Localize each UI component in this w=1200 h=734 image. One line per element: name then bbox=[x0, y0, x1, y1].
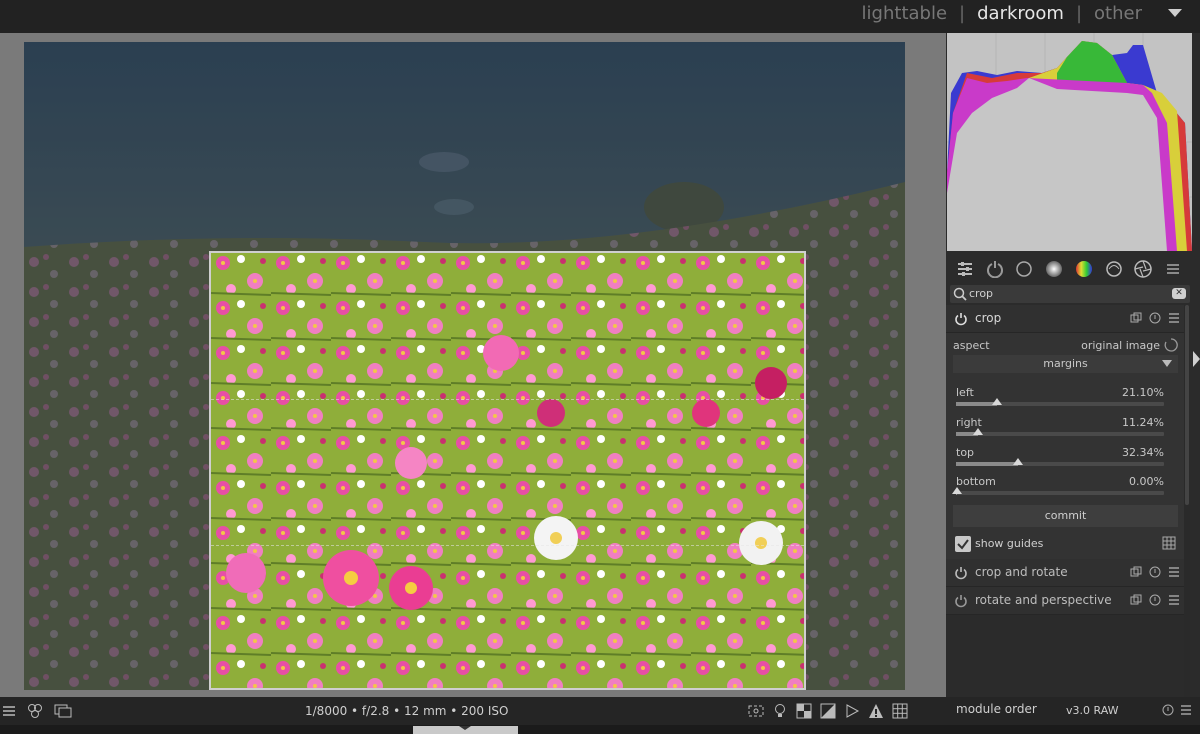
guides-grid-icon[interactable] bbox=[892, 703, 908, 719]
slider-value: 0.00% bbox=[1129, 475, 1164, 488]
view-other[interactable]: other bbox=[1094, 3, 1142, 24]
module-order-value[interactable]: v3.0 RAW bbox=[1066, 704, 1119, 717]
show-guides-row: show guides bbox=[953, 535, 1178, 553]
rotate-and-perspective-module-header[interactable]: rotate and perspective bbox=[946, 587, 1186, 615]
margins-section[interactable]: margins bbox=[953, 355, 1178, 373]
effect-group-icon[interactable] bbox=[1104, 259, 1124, 279]
reset-icon[interactable] bbox=[1149, 566, 1161, 578]
slider-value: 11.24% bbox=[1122, 416, 1164, 429]
slider-handle[interactable] bbox=[991, 398, 1002, 405]
clipping-icon[interactable] bbox=[820, 703, 836, 719]
module-order-label: module order bbox=[956, 702, 1037, 716]
crop-preview-image bbox=[211, 253, 804, 688]
slider-handle[interactable] bbox=[952, 487, 963, 494]
show-guides-label: show guides bbox=[975, 537, 1044, 550]
right-panel: crop ✕ crop aspect original image margin… bbox=[946, 33, 1200, 697]
crop-module-body: aspect original image margins left 21.10… bbox=[946, 333, 1186, 559]
raw-overexposed-icon[interactable] bbox=[796, 703, 812, 719]
power-icon[interactable] bbox=[954, 312, 968, 326]
presets-menu-icon[interactable] bbox=[1163, 259, 1183, 279]
aperture-icon[interactable] bbox=[1133, 259, 1153, 279]
top-margin-slider[interactable]: top 32.34% bbox=[953, 444, 1164, 474]
left-margin-slider[interactable]: left 21.10% bbox=[953, 384, 1164, 414]
slider-handle[interactable] bbox=[973, 428, 984, 435]
presets-icon[interactable] bbox=[1168, 312, 1180, 324]
exif-info: 1/8000 • f/2.8 • 12 mm • 200 ISO bbox=[305, 704, 509, 718]
view-separator: | bbox=[1075, 3, 1083, 24]
view-darkroom[interactable]: darkroom bbox=[977, 3, 1064, 24]
styles-icon[interactable] bbox=[26, 703, 44, 719]
correct-group-icon[interactable] bbox=[1074, 259, 1094, 279]
module-name: rotate and perspective bbox=[975, 593, 1112, 607]
photo-preview[interactable] bbox=[24, 42, 905, 690]
search-icon bbox=[953, 287, 967, 301]
top-header: lighttable | darkroom | other bbox=[0, 0, 1200, 33]
presets-icon[interactable] bbox=[1168, 566, 1180, 578]
bottom-margin-slider[interactable]: bottom 0.00% bbox=[952, 473, 1164, 503]
aspect-toggle-icon[interactable] bbox=[1164, 338, 1178, 352]
search-input[interactable]: crop bbox=[969, 287, 993, 300]
slider-handle[interactable] bbox=[1012, 458, 1023, 465]
second-window-icon[interactable] bbox=[54, 703, 72, 719]
focus-peaking-icon[interactable] bbox=[748, 703, 764, 719]
crop-and-rotate-module-header[interactable]: crop and rotate bbox=[946, 559, 1186, 587]
reset-icon[interactable] bbox=[1149, 594, 1161, 606]
reset-icon[interactable] bbox=[1149, 312, 1161, 324]
slider-value: 32.34% bbox=[1122, 446, 1164, 459]
filmstrip-handle[interactable] bbox=[0, 725, 1200, 734]
module-group-bar bbox=[946, 255, 1192, 283]
aspect-select[interactable]: original image bbox=[953, 339, 1178, 352]
module-search[interactable]: crop ✕ bbox=[950, 285, 1190, 303]
slider-value: 21.10% bbox=[1122, 386, 1164, 399]
crop-guide-line bbox=[211, 399, 804, 400]
view-separator: | bbox=[959, 3, 966, 24]
power-icon[interactable] bbox=[954, 566, 968, 580]
histogram[interactable] bbox=[947, 33, 1192, 251]
module-name: crop and rotate bbox=[975, 565, 1068, 579]
tone-group-icon[interactable] bbox=[1014, 259, 1034, 279]
crop-area[interactable] bbox=[209, 251, 806, 690]
commit-button[interactable]: commit bbox=[953, 505, 1178, 527]
clear-search-icon[interactable]: ✕ bbox=[1172, 288, 1186, 299]
checkmark-icon bbox=[957, 539, 969, 550]
crop-guide-line bbox=[211, 545, 804, 546]
slider-label: left bbox=[956, 386, 974, 399]
panel-scrollbar[interactable] bbox=[1184, 305, 1190, 697]
view-switcher: lighttable | darkroom | other bbox=[862, 3, 1142, 24]
color-group-icon[interactable] bbox=[1044, 259, 1064, 279]
quick-access-icon[interactable] bbox=[2, 703, 16, 719]
base-group-icon[interactable] bbox=[985, 259, 1005, 279]
grid-icon[interactable] bbox=[1162, 536, 1176, 550]
gamut-check-icon[interactable] bbox=[868, 703, 884, 719]
presets-icon[interactable] bbox=[1168, 594, 1180, 606]
multi-instance-icon[interactable] bbox=[1130, 312, 1142, 324]
multi-instance-icon[interactable] bbox=[1130, 566, 1142, 578]
view-lighttable[interactable]: lighttable bbox=[862, 3, 947, 24]
collapse-section-icon[interactable] bbox=[1162, 360, 1172, 367]
collapse-panel-icon[interactable] bbox=[1193, 351, 1200, 367]
reset-icon[interactable] bbox=[1162, 704, 1174, 716]
slider-label: top bbox=[956, 446, 975, 459]
presets-icon[interactable] bbox=[1180, 704, 1192, 716]
color-assessment-icon[interactable] bbox=[772, 703, 788, 719]
view-dropdown-icon[interactable] bbox=[1168, 9, 1182, 17]
show-guides-checkbox[interactable] bbox=[955, 536, 971, 552]
scrollbar-thumb[interactable] bbox=[1185, 305, 1189, 505]
right-margin-slider[interactable]: right 11.24% bbox=[953, 414, 1164, 444]
active-modules-icon[interactable] bbox=[955, 259, 975, 279]
bottom-toolbar: 1/8000 • f/2.8 • 12 mm • 200 ISO module … bbox=[0, 697, 1200, 725]
power-icon[interactable] bbox=[954, 594, 968, 608]
softproof-icon[interactable] bbox=[844, 703, 860, 719]
filmstrip-toggle[interactable] bbox=[413, 726, 518, 734]
module-list: crop aspect original image margins left … bbox=[946, 305, 1186, 615]
module-name: crop bbox=[975, 311, 1002, 325]
margins-label: margins bbox=[1043, 357, 1088, 370]
multi-instance-icon[interactable] bbox=[1130, 594, 1142, 606]
image-canvas[interactable] bbox=[0, 33, 946, 697]
crop-module-header[interactable]: crop bbox=[946, 305, 1186, 333]
